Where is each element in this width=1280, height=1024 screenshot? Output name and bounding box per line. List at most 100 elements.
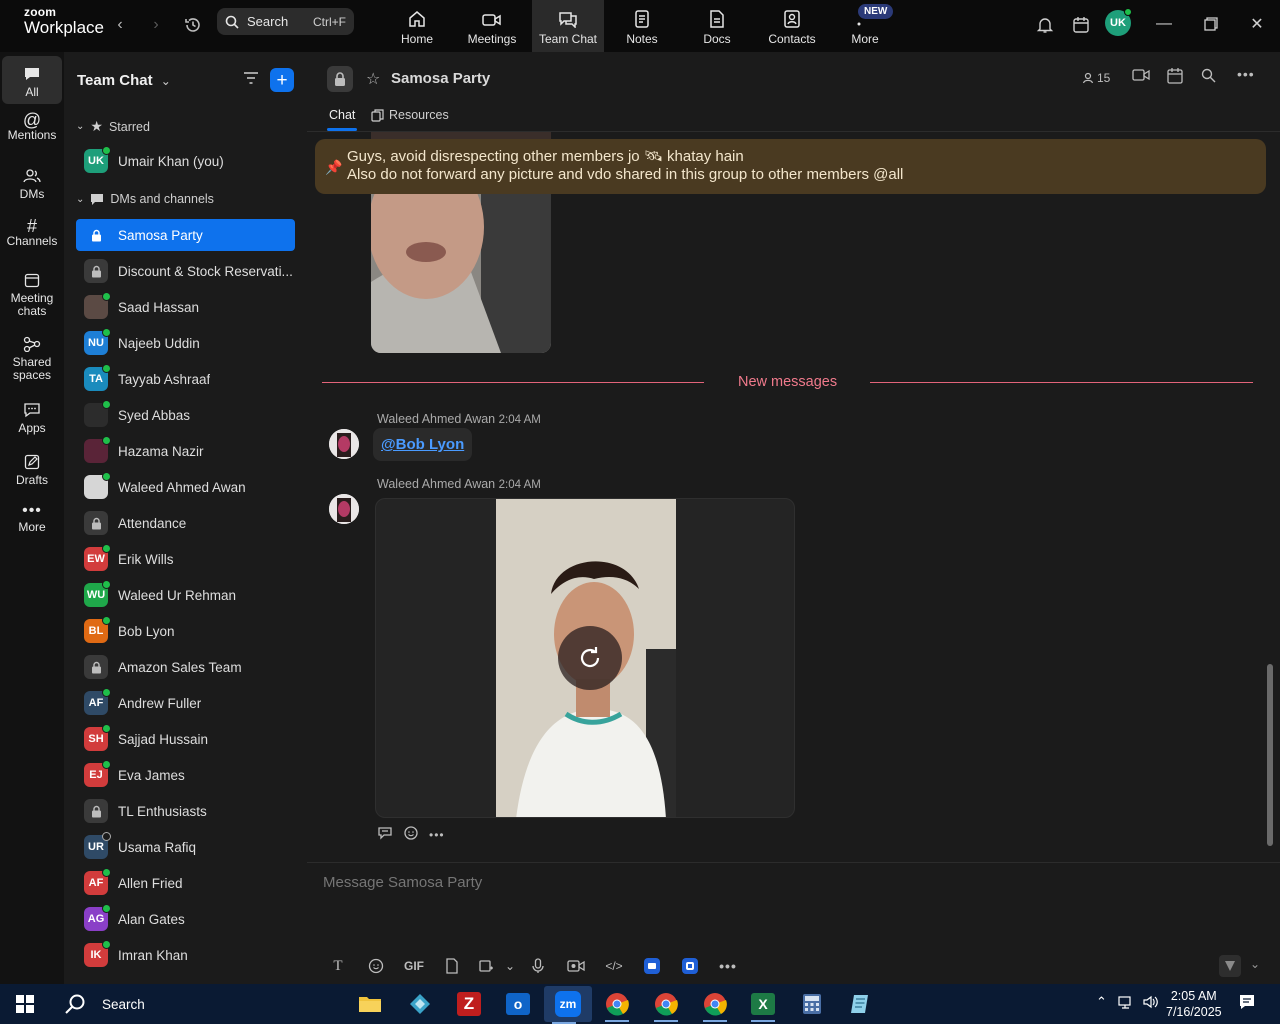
- tab-chat[interactable]: Chat: [329, 108, 355, 122]
- network-icon[interactable]: [1118, 994, 1134, 1013]
- sender-avatar[interactable]: [329, 429, 359, 459]
- send-button[interactable]: [1219, 955, 1241, 977]
- search-box[interactable]: Search Ctrl+F: [217, 8, 354, 35]
- sidebar-item[interactable]: UR Usama Rafiq: [76, 831, 295, 863]
- mention-link[interactable]: @Bob Lyon: [381, 436, 464, 453]
- sidebar-item[interactable]: Hazama Nazir: [76, 435, 295, 467]
- sidebar-item[interactable]: AF Andrew Fuller: [76, 687, 295, 719]
- filezilla-icon[interactable]: Z: [449, 988, 489, 1020]
- video-message-icon[interactable]: [557, 955, 595, 977]
- sidebar-item[interactable]: Samosa Party: [76, 219, 295, 251]
- volume-icon[interactable]: [1142, 994, 1160, 1013]
- message-more-icon[interactable]: •••: [429, 828, 445, 842]
- add-reaction-icon[interactable]: [403, 825, 419, 845]
- sidebar-item[interactable]: BL Bob Lyon: [76, 615, 295, 647]
- screenshot-icon[interactable]: [471, 955, 501, 977]
- restore-icon[interactable]: [1199, 12, 1223, 36]
- rail-apps[interactable]: Apps: [2, 402, 62, 435]
- sidebar-item[interactable]: EJ Eva James: [76, 759, 295, 791]
- minimize-icon[interactable]: —: [1152, 12, 1176, 36]
- nav-notes[interactable]: Notes: [606, 0, 678, 52]
- sidebar-item[interactable]: NU Najeeb Uddin: [76, 327, 295, 359]
- microphone-icon[interactable]: [519, 955, 557, 977]
- bell-icon[interactable]: [1033, 13, 1057, 37]
- sidebar-item[interactable]: Saad Hassan: [76, 291, 295, 323]
- forward-arrow-icon[interactable]: ›: [144, 13, 168, 37]
- rail-drafts[interactable]: Drafts: [2, 454, 62, 487]
- sender-name[interactable]: Waleed Ahmed Awan: [377, 477, 495, 491]
- sidebar-item[interactable]: IK Imran Khan: [76, 939, 295, 971]
- sidebar-item[interactable]: WU Waleed Ur Rehman: [76, 579, 295, 611]
- text-format-icon[interactable]: T: [319, 955, 357, 977]
- system-clock[interactable]: 2:05 AM 7/16/2025: [1166, 988, 1222, 1020]
- reply-icon[interactable]: [377, 826, 393, 844]
- file-explorer-icon[interactable]: [350, 988, 390, 1020]
- close-icon[interactable]: ✕: [1245, 12, 1269, 36]
- nav-docs[interactable]: Docs: [681, 0, 753, 52]
- notifications-icon[interactable]: [1238, 993, 1256, 1014]
- sidebar-item[interactable]: TL Enthusiasts: [76, 795, 295, 827]
- excel-icon[interactable]: X: [743, 988, 783, 1022]
- sidebar-item[interactable]: AG Alan Gates: [76, 903, 295, 935]
- gif-button[interactable]: GIF: [395, 955, 433, 977]
- starred-section-header[interactable]: ⌄ ★ Starred: [76, 118, 150, 135]
- windows-start-icon[interactable]: [16, 995, 34, 1016]
- chrome-icon[interactable]: [597, 988, 637, 1022]
- back-arrow-icon[interactable]: ‹: [108, 13, 132, 37]
- history-icon[interactable]: [181, 13, 205, 37]
- nav-team-chat[interactable]: Team Chat: [532, 0, 604, 52]
- rail-dms[interactable]: DMs: [2, 168, 62, 201]
- scrollbar-thumb[interactable]: [1267, 664, 1273, 846]
- tray-chevron-up-icon[interactable]: ⌃: [1096, 994, 1107, 1010]
- sidebar-item[interactable]: Syed Abbas: [76, 399, 295, 431]
- sidebar-item[interactable]: Waleed Ahmed Awan: [76, 471, 295, 503]
- calculator-icon[interactable]: [792, 988, 832, 1020]
- rail-channels[interactable]: # Channels: [2, 217, 62, 248]
- star-outline-icon[interactable]: ☆: [366, 69, 380, 89]
- app-icon-blue-2[interactable]: [671, 955, 709, 977]
- sidebar-item[interactable]: AF Allen Fried: [76, 867, 295, 899]
- sidebar-item[interactable]: EW Erik Wills: [76, 543, 295, 575]
- sidebar-item[interactable]: Attendance: [76, 507, 295, 539]
- file-icon[interactable]: [433, 955, 471, 977]
- nav-meetings[interactable]: Meetings: [456, 0, 528, 52]
- rail-shared-spaces[interactable]: Shared spaces: [2, 336, 62, 382]
- video-call-icon[interactable]: [1132, 68, 1150, 85]
- nav-home[interactable]: Home: [381, 0, 453, 52]
- tab-resources[interactable]: Resources: [371, 108, 449, 122]
- member-count-button[interactable]: 15: [1082, 71, 1110, 85]
- rail-all[interactable]: All: [2, 56, 62, 104]
- app-icon-blue[interactable]: [633, 955, 671, 977]
- calendar-icon[interactable]: [1167, 68, 1183, 87]
- code-snippet-icon[interactable]: </>: [595, 955, 633, 977]
- channel-title[interactable]: Samosa Party: [391, 70, 490, 87]
- outlook-icon[interactable]: o: [498, 988, 538, 1020]
- rail-more[interactable]: ••• More: [2, 503, 62, 534]
- taskbar-search[interactable]: Search: [60, 990, 330, 1018]
- pinned-message-banner[interactable]: 📌 Guys, avoid disrespecting other member…: [315, 139, 1266, 194]
- sidebar-item-umair-khan[interactable]: UK Umair Khan (you): [76, 145, 295, 177]
- ellipsis-icon[interactable]: •••: [1237, 66, 1255, 82]
- new-chat-button[interactable]: +: [270, 68, 294, 92]
- calendar-widget-icon[interactable]: [1069, 13, 1093, 37]
- sidebar-item[interactable]: TA Tayyab Ashraaf: [76, 363, 295, 395]
- notepad-icon[interactable]: [840, 988, 880, 1020]
- message-input[interactable]: [323, 874, 1203, 891]
- search-icon[interactable]: [1201, 68, 1216, 86]
- zoom-taskbar-icon[interactable]: zm: [544, 986, 592, 1024]
- emoji-icon[interactable]: [357, 955, 395, 977]
- video-attachment[interactable]: [375, 498, 795, 818]
- sidebar-item[interactable]: Amazon Sales Team: [76, 651, 295, 683]
- sender-name[interactable]: Waleed Ahmed Awan: [377, 412, 495, 426]
- rail-mentions[interactable]: @ Mentions: [2, 111, 62, 142]
- sidebar-title[interactable]: Team Chat ⌄: [77, 72, 171, 89]
- chrome-profile-2-icon[interactable]: [695, 988, 735, 1022]
- filter-icon[interactable]: [242, 70, 260, 89]
- nav-contacts[interactable]: Contacts: [756, 0, 828, 52]
- refresh-icon[interactable]: [558, 626, 622, 690]
- chrome-profile-icon[interactable]: [646, 988, 686, 1022]
- app-blue-diamond-icon[interactable]: [400, 988, 440, 1020]
- chevron-down-icon[interactable]: ⌄: [501, 955, 519, 977]
- sidebar-item[interactable]: SH Sajjad Hussain: [76, 723, 295, 755]
- composer-more-icon[interactable]: •••: [709, 955, 747, 977]
